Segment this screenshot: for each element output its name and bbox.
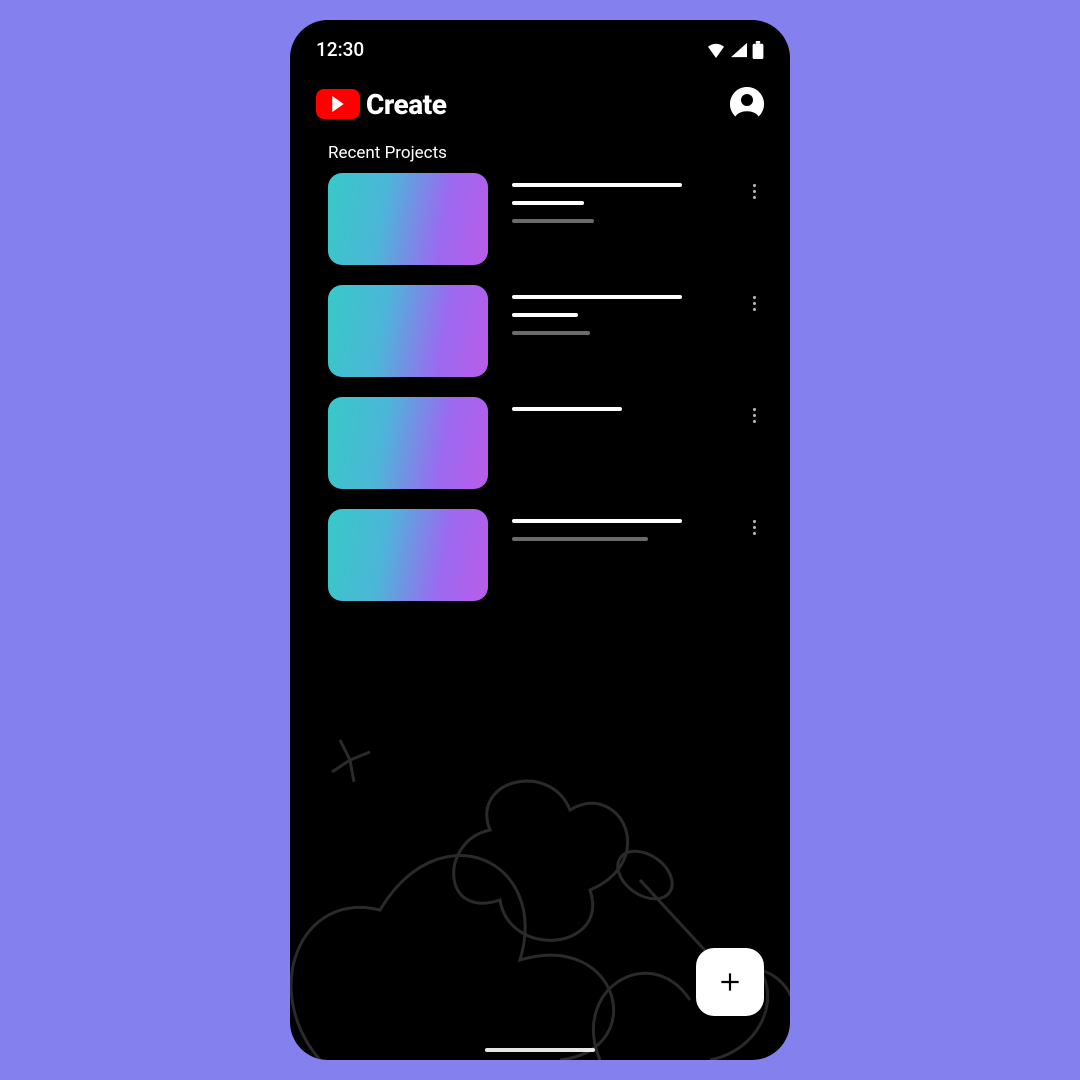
plus-icon (717, 969, 743, 995)
project-detail-placeholder (512, 537, 648, 541)
project-thumbnail (328, 173, 488, 265)
project-title-placeholder (512, 407, 622, 411)
project-row[interactable] (328, 173, 764, 265)
home-indicator (485, 1048, 595, 1052)
more-vert-icon (753, 526, 756, 529)
project-title-placeholder (512, 519, 682, 523)
project-more-button[interactable] (742, 179, 766, 203)
brand-text: Create (366, 88, 446, 121)
project-meta (512, 173, 764, 223)
recent-projects-title: Recent Projects (290, 131, 790, 173)
project-thumbnail (328, 285, 488, 377)
project-more-button[interactable] (742, 515, 766, 539)
youtube-play-icon (316, 89, 360, 119)
account-button[interactable] (730, 87, 764, 121)
project-meta (512, 285, 764, 335)
project-detail-placeholder (512, 219, 594, 223)
more-vert-icon (753, 302, 756, 305)
project-more-button[interactable] (742, 403, 766, 427)
project-thumbnail (328, 397, 488, 489)
project-list (290, 173, 790, 601)
app-brand[interactable]: Create (316, 88, 446, 121)
new-project-fab[interactable] (696, 948, 764, 1016)
phone-frame: 12:30 (290, 20, 790, 1060)
project-row[interactable] (328, 285, 764, 377)
wifi-icon (706, 42, 726, 58)
project-meta (512, 509, 764, 541)
account-circle-icon (730, 87, 764, 121)
app-header: Create (290, 65, 790, 131)
status-time: 12:30 (316, 38, 364, 61)
project-detail-placeholder (512, 331, 590, 335)
project-row[interactable] (328, 397, 764, 489)
battery-icon (752, 41, 764, 59)
project-meta (512, 397, 764, 411)
more-vert-icon (753, 190, 756, 193)
project-subtitle-placeholder (512, 201, 584, 205)
project-more-button[interactable] (742, 291, 766, 315)
cell-signal-icon (730, 42, 748, 58)
project-title-placeholder (512, 183, 682, 187)
project-subtitle-placeholder (512, 313, 578, 317)
project-title-placeholder (512, 295, 682, 299)
project-row[interactable] (328, 509, 764, 601)
more-vert-icon (753, 414, 756, 417)
project-thumbnail (328, 509, 488, 601)
status-icons (706, 41, 764, 59)
status-bar: 12:30 (290, 20, 790, 65)
